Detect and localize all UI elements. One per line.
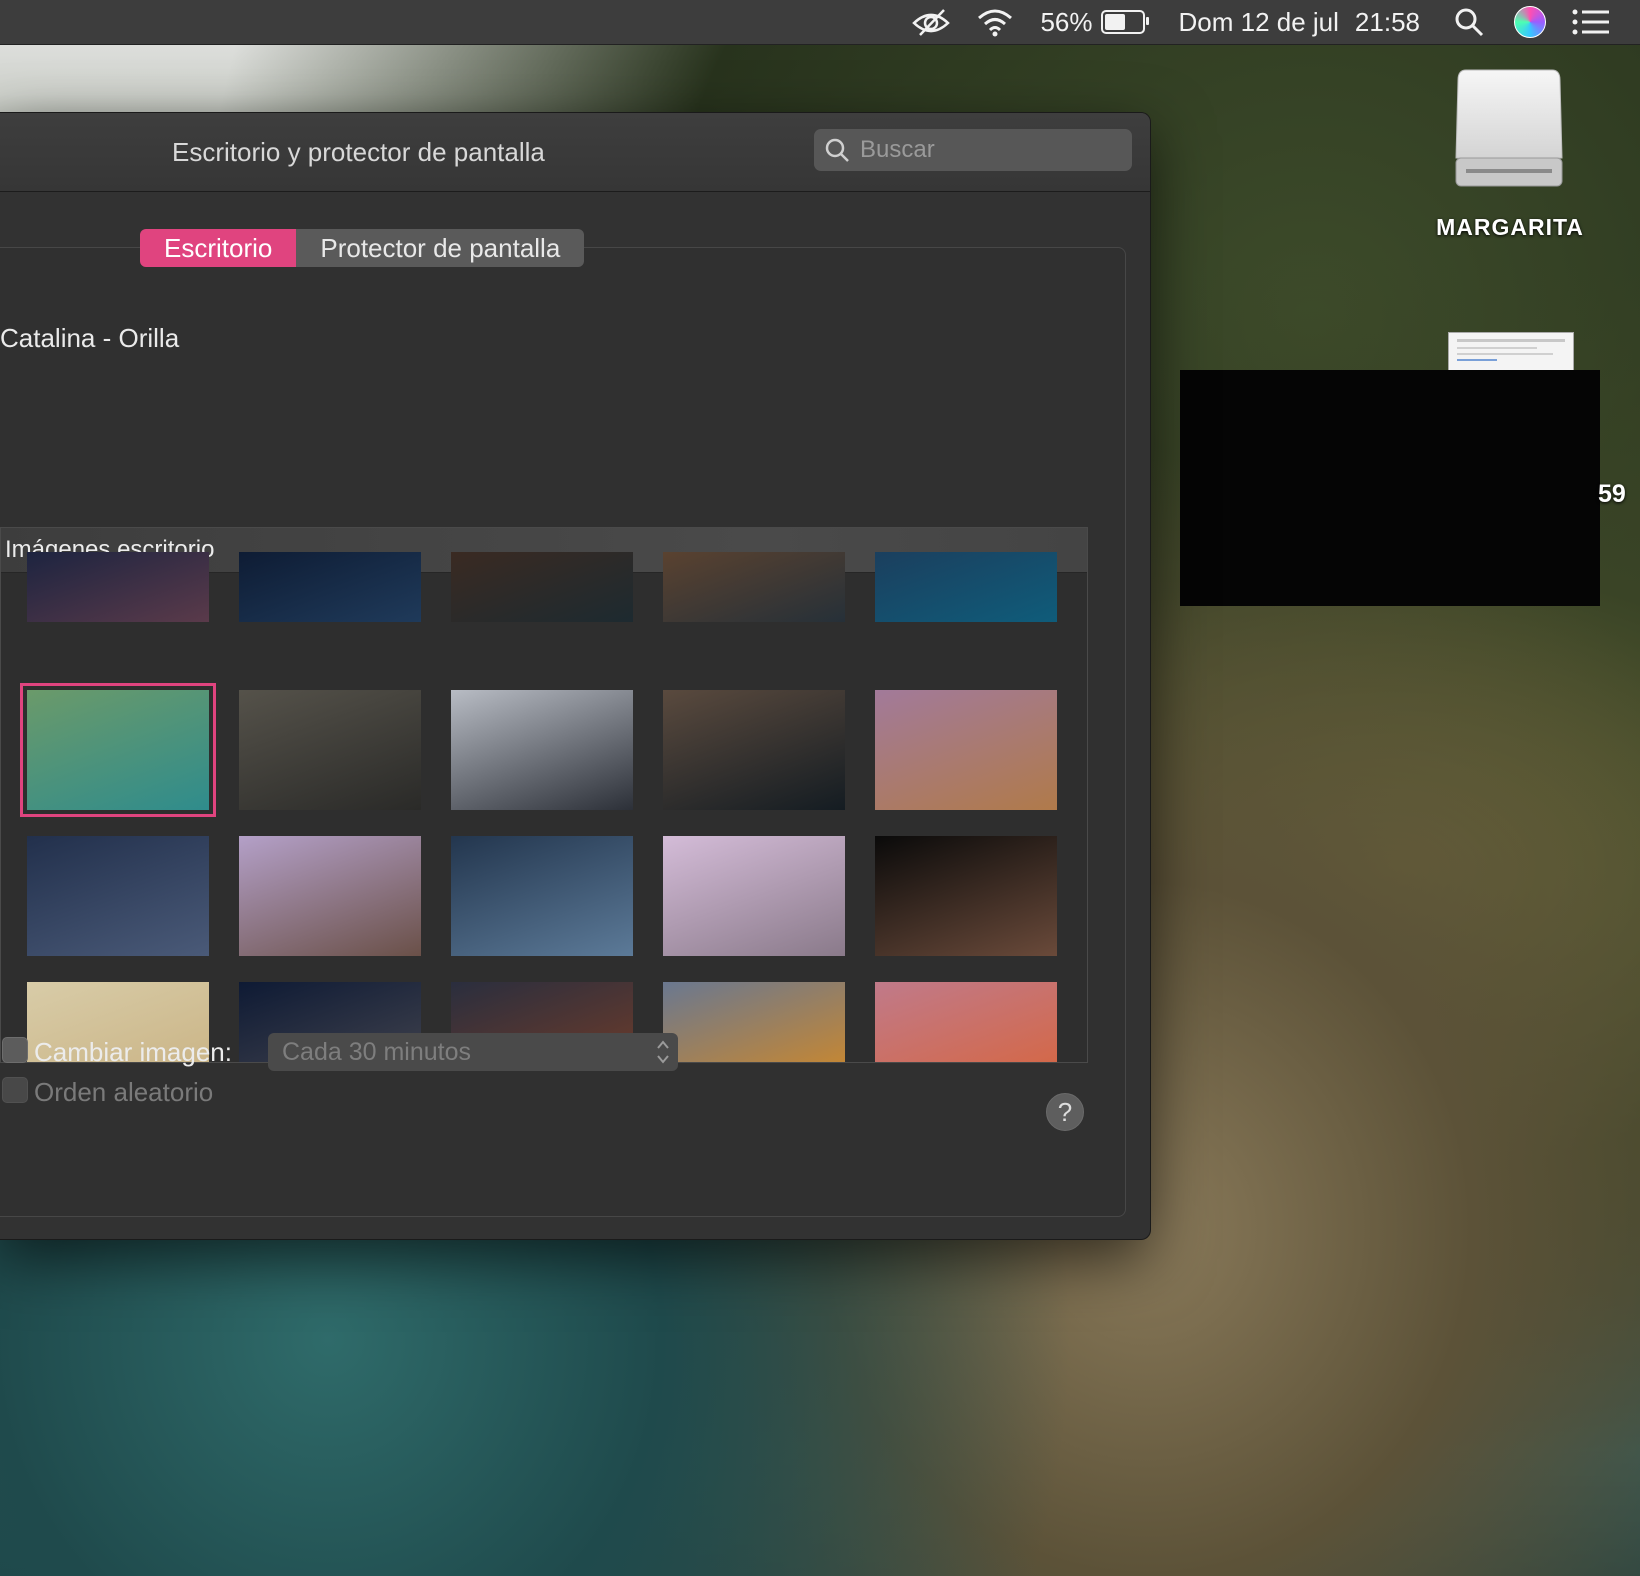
menu-date[interactable]: Dom 12 de jul	[1179, 7, 1339, 38]
wallpaper-thumbnail-high-sierra[interactable]	[663, 982, 845, 1062]
help-button[interactable]: ?	[1046, 1093, 1084, 1131]
wallpaper-thumbnail-catalina-ocean[interactable]	[875, 552, 1057, 622]
wallpaper-thumbnail-catalina-fog[interactable]	[663, 690, 845, 810]
menu-time[interactable]: 21:58	[1355, 7, 1420, 38]
wallpaper-thumbnail-catalina-clouds[interactable]	[239, 690, 421, 810]
document-icon[interactable]	[1448, 332, 1574, 374]
menu-bar: 56% Dom 12 de jul 21:58	[0, 0, 1640, 45]
siri-icon[interactable]	[1514, 6, 1546, 38]
wallpaper-thumbnail-catalina-night[interactable]	[239, 552, 421, 622]
wallpaper-thumbnail-catalina-rock[interactable]	[663, 552, 845, 622]
search-icon	[825, 138, 849, 162]
notification-center-icon[interactable]	[1572, 9, 1610, 35]
wallpaper-thumbnail-catalina-evening[interactable]	[27, 552, 209, 622]
wallpaper-thumbnail-catalina-orilla[interactable]	[20, 683, 216, 817]
wallpaper-thumbnail-catalina-island[interactable]	[451, 690, 633, 810]
current-picture-name: Catalina - Orilla	[0, 323, 180, 353]
window-title: Escritorio y protector de pantalla	[172, 137, 545, 167]
search-placeholder: Buscar	[860, 136, 935, 163]
change-interval-select[interactable]: Cada 30 minutos	[268, 1033, 678, 1071]
wallpaper-thumbnail-mono-lake[interactable]	[663, 836, 845, 956]
tab-protector-de-pantalla[interactable]: Protector de pantalla	[296, 229, 585, 267]
wallpaper-thumbnail-mojave-night-dune[interactable]	[27, 836, 209, 956]
drive-label: MARGARITA	[1436, 214, 1584, 240]
battery-icon	[1100, 10, 1149, 34]
desktop-partial-label: 59	[1598, 480, 1626, 508]
battery-fill	[1104, 14, 1125, 30]
change-picture-label: Cambiar imagen:	[34, 1037, 232, 1067]
tab-control: Escritorio Protector de pantalla	[140, 229, 585, 267]
picture-gallery[interactable]: Imágenes escritorio	[0, 527, 1088, 1063]
search-field[interactable]: Buscar	[814, 129, 1132, 171]
battery-percent: 56%	[1040, 6, 1093, 37]
change-picture-checkbox[interactable]	[2, 1037, 28, 1063]
random-order-checkbox[interactable]	[2, 1077, 28, 1103]
spotlight-search-icon[interactable]	[1454, 7, 1484, 37]
battery-indicator[interactable]: 56%	[1040, 6, 1149, 38]
redacted-region	[1180, 370, 1600, 606]
eye-slash-icon[interactable]	[912, 7, 951, 37]
chevron-updown-icon	[657, 1040, 669, 1064]
title-bar[interactable]: Escritorio y protector de pantalla Busca…	[0, 113, 1150, 192]
tab-escritorio[interactable]: Escritorio	[140, 229, 297, 267]
wallpaper-thumbnail-catalina-sunset[interactable]	[451, 552, 633, 622]
wallpaper-thumbnail-sierra-sunset[interactable]	[875, 982, 1057, 1062]
random-order-label: Orden aleatorio	[34, 1077, 214, 1107]
change-interval-value: Cada 30 minutos	[282, 1037, 472, 1066]
wallpaper-thumbnail-tufa-night[interactable]	[875, 836, 1057, 956]
preferences-window: Escritorio y protector de pantalla Busca…	[0, 112, 1151, 1240]
external-drive-icon[interactable]	[1454, 66, 1564, 190]
wallpaper-thumbnail-salt-flat[interactable]	[451, 836, 633, 956]
wallpaper-thumbnail-desert-pinnacle[interactable]	[239, 836, 421, 956]
wifi-icon[interactable]	[976, 7, 1014, 37]
wallpaper-thumbnail-mojave-day[interactable]	[875, 690, 1057, 810]
